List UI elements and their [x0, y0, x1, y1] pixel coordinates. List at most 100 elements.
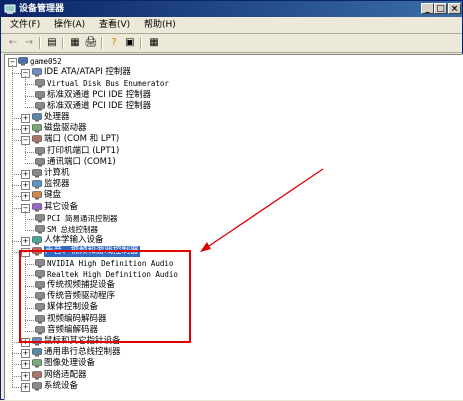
window-title: 设备管理器	[19, 4, 65, 14]
device-category-icon	[32, 370, 42, 380]
expand-icon[interactable]: +	[21, 382, 30, 392]
back-icon[interactable]: ←	[6, 36, 20, 50]
tree-connector	[12, 364, 21, 366]
device-category-icon	[32, 135, 42, 144]
device-icon	[35, 79, 45, 88]
device-category-icon	[32, 236, 42, 245]
device-category-icon	[32, 113, 42, 122]
device-category-icon	[32, 124, 42, 133]
tree-child-label: PCI 简易通讯控制器	[47, 213, 118, 223]
tree-connector	[25, 210, 26, 228]
device-tree[interactable]: game052− IDE ATA/ATAPI 控制器 − Virtual Disk B…	[4, 54, 463, 400]
device-icon	[35, 101, 45, 111]
tree-connector	[25, 218, 34, 220]
tree-connector	[12, 386, 21, 388]
tree-item-label: 通用串行总线控制器	[44, 347, 121, 358]
expand-icon[interactable]: +	[21, 192, 30, 202]
toolbar-separator	[62, 37, 64, 49]
tree-connector	[12, 174, 21, 175]
device-category-icon	[32, 381, 42, 391]
expand-icon[interactable]: +	[21, 114, 30, 123]
expand-icon[interactable]: +	[21, 170, 30, 179]
expand-icon[interactable]: +	[21, 125, 30, 135]
menu-file[interactable]: 文件(F)	[7, 19, 43, 32]
device-icon	[35, 157, 45, 167]
show-hide-tree-icon[interactable]: ▤	[45, 36, 59, 50]
tree-connector	[25, 84, 34, 86]
tree-item-label: 网络适配器	[44, 369, 87, 380]
tree-connector	[12, 140, 21, 142]
tree-connector	[25, 151, 34, 153]
expand-icon[interactable]: +	[21, 349, 30, 359]
device-category-icon	[32, 68, 42, 77]
view-icon[interactable]: ▣	[123, 36, 137, 50]
tree-item-label: 端口 (COM 和 LPT)	[44, 134, 120, 145]
tree-child-label: 通讯端口 (COM1)	[47, 156, 116, 167]
device-category-icon	[32, 180, 42, 189]
tree-item-label: 其它设备	[44, 201, 79, 212]
tree-connector	[12, 65, 13, 387]
tree-connector	[12, 353, 21, 355]
annotation-highlight-box	[19, 250, 191, 343]
tree-item-label: 处理器	[44, 112, 70, 122]
tree-connector	[25, 230, 34, 231]
tree-connector	[25, 76, 26, 105]
device-category-icon	[32, 191, 42, 200]
tree-connector	[12, 129, 21, 131]
tree-item-label: 人体学输入设备	[44, 235, 104, 246]
expand-icon[interactable]: +	[21, 360, 30, 370]
device-icon	[35, 146, 45, 156]
menu-bar: 文件(F) 操作(A) 查看(V) 帮助(H)	[1, 18, 462, 34]
expand-icon[interactable]: +	[21, 181, 30, 191]
tree-connector	[25, 106, 34, 108]
tree-connector	[25, 95, 34, 97]
tree-child-label: 标准双通道 PCI IDE 控制器	[47, 89, 152, 100]
device-category-icon	[32, 348, 42, 357]
tree-connector	[12, 241, 21, 243]
tree-child-label: Virtual Disk Bus Enumerator	[47, 79, 169, 89]
device-icon	[35, 90, 45, 100]
tree-connector	[12, 207, 21, 209]
tree-child-label: 打印机端口 (LPT1)	[47, 145, 120, 156]
device-manager-icon	[4, 4, 16, 14]
print-icon[interactable]: 🖨	[84, 36, 98, 50]
expand-icon[interactable]: +	[21, 371, 30, 381]
tree-connector	[12, 185, 21, 187]
device-category-icon	[32, 359, 42, 368]
close-button[interactable]: ×	[448, 3, 461, 14]
help-icon[interactable]: ?	[107, 36, 121, 50]
toolbar-separator	[39, 37, 41, 49]
forward-icon[interactable]: →	[22, 36, 36, 50]
tree-item-label: IDE ATA/ATAPI 控制器	[44, 67, 131, 78]
device-category-icon	[32, 202, 42, 212]
tree-connector	[12, 375, 21, 377]
title-bar[interactable]: 设备管理器 _ □ ×	[1, 1, 462, 17]
device-icon	[35, 213, 45, 223]
maximize-button[interactable]: □	[434, 3, 447, 14]
tree-connector	[12, 118, 21, 119]
tree-connector	[25, 143, 26, 161]
tree-child-label: 标准双通道 PCI IDE 控制器	[47, 100, 152, 111]
toolbar: ← → ▤ ▦ 🖨 ? ▣ ▦	[1, 34, 462, 53]
menu-view[interactable]: 查看(V)	[96, 19, 133, 32]
tree-item-label: 监视器	[44, 179, 70, 190]
menu-action[interactable]: 操作(A)	[51, 19, 88, 32]
tree-item-label: 键盘	[44, 190, 62, 201]
menu-help[interactable]: 帮助(H)	[141, 19, 179, 32]
toolbar-separator	[140, 37, 142, 49]
device-category-icon	[32, 169, 42, 178]
scan-hardware-icon[interactable]: ▦	[147, 36, 161, 50]
properties-icon[interactable]: ▦	[68, 36, 82, 50]
tree-root-label: game052	[30, 57, 62, 66]
tree-connector	[12, 73, 21, 75]
tree-item-label: 图像处理设备	[44, 358, 96, 369]
tree-item-label: 系统设备	[44, 380, 79, 391]
tree-child-label: SM 总线控制器	[47, 225, 99, 234]
device-icon	[35, 225, 45, 234]
computer-icon	[18, 57, 28, 66]
toolbar-separator	[101, 37, 103, 49]
device-manager-window: 设备管理器 _ □ × 文件(F) 操作(A) 查看(V) 帮助(H) ← → …	[0, 0, 463, 400]
minimize-button[interactable]: _	[421, 3, 434, 14]
expand-icon[interactable]: +	[21, 237, 30, 247]
tree-item-label: 计算机	[44, 168, 70, 178]
